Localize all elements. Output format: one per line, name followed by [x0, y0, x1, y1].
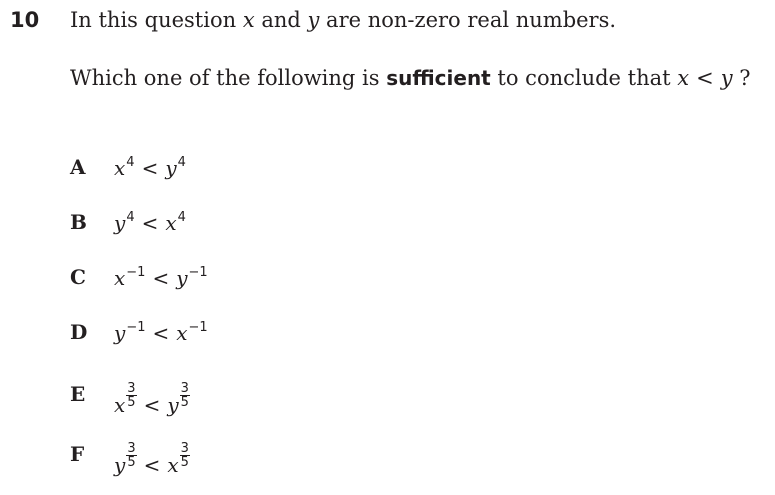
less-than-symbol: < — [141, 156, 159, 180]
rhs-exponent: −1 — [188, 320, 208, 335]
rhs-exponent: 4 — [177, 155, 186, 170]
rhs-exponent: 4 — [177, 210, 186, 225]
prompt-text-mid: to conclude that — [490, 66, 678, 90]
option-letter: E — [70, 382, 86, 406]
lhs-base: y — [114, 211, 126, 235]
variable-x: x — [242, 8, 255, 32]
option-expression: y4 < x4 — [114, 210, 186, 235]
rhs-base: x — [167, 453, 179, 477]
intro-text-post: are non-zero real numbers. — [319, 8, 617, 32]
rhs-exponent-numerator: 3 — [179, 381, 190, 396]
rhs-base: y — [167, 393, 179, 417]
lhs-exponent: 4 — [126, 155, 135, 170]
intro-text-pre: In this question — [70, 8, 243, 32]
rhs-fraction-exponent: 35 — [179, 381, 190, 410]
variable-y: y — [720, 66, 733, 90]
lhs-exponent: 4 — [126, 210, 135, 225]
less-than-symbol: < — [141, 211, 159, 235]
prompt-emphasis: sufficient — [386, 66, 491, 90]
question-number: 10 — [10, 8, 40, 32]
less-than-symbol: < — [143, 393, 161, 417]
lhs-exponent-numerator: 3 — [126, 441, 137, 456]
option-letter: A — [70, 155, 86, 179]
rhs-base: x — [176, 321, 188, 345]
lhs-exponent: −1 — [126, 320, 146, 335]
lhs-exponent-denominator: 5 — [127, 395, 136, 410]
less-than-symbol: < — [152, 266, 170, 290]
lhs-base: x — [114, 393, 126, 417]
option-letter: D — [70, 320, 88, 344]
less-than-symbol: < — [143, 453, 161, 477]
less-than-symbol: < — [152, 321, 170, 345]
rhs-fraction-exponent: 35 — [179, 441, 190, 470]
lhs-base: x — [114, 156, 126, 180]
option-letter: B — [70, 210, 87, 234]
lhs-base: y — [114, 453, 126, 477]
less-than-symbol: < — [696, 66, 714, 90]
option-expression: y−1 < x−1 — [114, 320, 208, 345]
rhs-exponent-denominator: 5 — [180, 395, 189, 410]
question-prompt: Which one of the following is sufficient… — [70, 66, 751, 90]
prompt-text-pre: Which one of the following is — [70, 66, 387, 90]
rhs-base: y — [165, 156, 177, 180]
rhs-base: x — [165, 211, 177, 235]
question-intro: In this question x and y are non-zero re… — [70, 8, 616, 32]
option-expression: x4 < y4 — [114, 155, 186, 180]
intro-text-mid: and — [254, 8, 308, 32]
lhs-fraction-exponent: 35 — [126, 441, 137, 470]
lhs-exponent-denominator: 5 — [127, 455, 136, 470]
rhs-exponent-numerator: 3 — [179, 441, 190, 456]
option-expression: y 3 5 < x 3 5 — [114, 442, 190, 477]
variable-x: x — [677, 66, 690, 90]
variable-y: y — [307, 8, 320, 32]
lhs-base: y — [114, 321, 126, 345]
lhs-exponent-numerator: 3 — [126, 381, 137, 396]
lhs-fraction-exponent: 35 — [126, 381, 137, 410]
rhs-exponent: −1 — [188, 265, 208, 280]
option-expression: x−1 < y−1 — [114, 265, 208, 290]
option-expression: x 3 5 < y 3 5 — [114, 382, 190, 417]
rhs-base: y — [176, 266, 188, 290]
rhs-exponent-denominator: 5 — [180, 455, 189, 470]
lhs-base: x — [114, 266, 126, 290]
prompt-text-post: ? — [732, 66, 751, 90]
option-letter: F — [70, 442, 85, 466]
option-letter: C — [70, 265, 86, 289]
lhs-exponent: −1 — [126, 265, 146, 280]
